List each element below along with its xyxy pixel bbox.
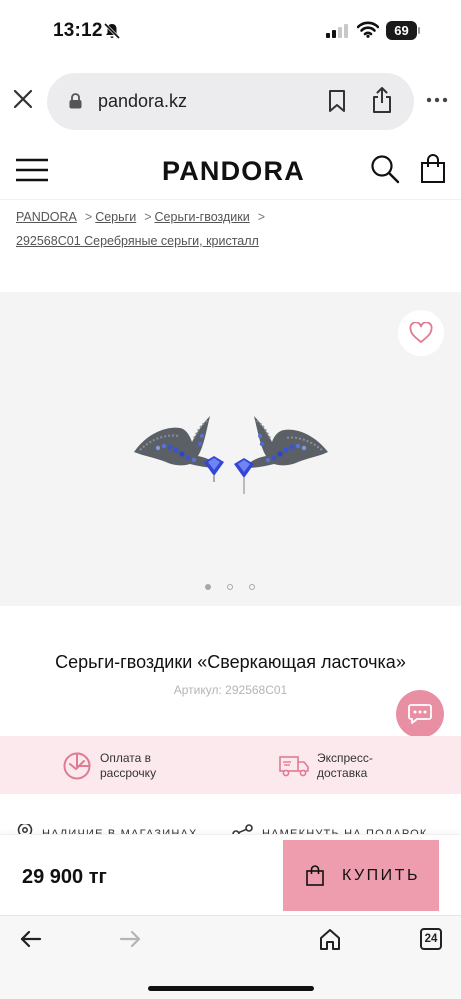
menu-icon[interactable] [16,157,48,183]
breadcrumb: PANDORA > Серьги > Серьги-гвоздики >292568C01… [16,205,446,253]
installment-icon [63,752,91,780]
delivery-truck-icon [279,756,309,777]
pagination-dot-active[interactable] [205,584,211,590]
mute-icon [103,22,121,40]
bookmark-icon[interactable] [327,89,347,113]
product-title: Серьги-гвоздики «Сверкающая ласточка» [55,652,406,672]
buy-bar: 29 900 тг КУПИТЬ [0,834,461,915]
benefits-strip: Оплата в рассрочку Экспресс-доставка [0,736,461,794]
close-icon[interactable] [12,88,34,110]
battery-icon: 69 [386,21,420,40]
benefit-delivery-label: Экспресс-доставка [317,751,373,780]
battery-level: 69 [386,21,417,40]
breadcrumb-separator: > [144,210,152,224]
status-time: 13:12 [53,20,103,41]
product-gallery[interactable] [0,292,461,606]
lock-icon [69,93,82,109]
sku-value: 292568C01 [225,683,288,697]
shopping-bag-icon[interactable] [420,154,446,184]
share-icon[interactable] [371,86,393,114]
home-indicator [148,986,314,991]
breadcrumb-item-stud-earrings[interactable]: Серьги-гвоздики [155,210,250,224]
forward-icon[interactable] [119,930,141,948]
shopping-bag-icon [306,865,324,886]
breadcrumb-item-home[interactable]: PANDORA [16,210,77,224]
tabs-icon[interactable]: 24 [420,928,442,950]
chat-icon [408,704,432,724]
product-sku: Артикул: 292568C01 [0,683,461,697]
breadcrumb-item-current[interactable]: 292568C01 Серебряные серьги, кристалл [16,234,259,248]
heart-icon [409,322,433,343]
url-text: pandora.kz [98,91,188,111]
back-icon[interactable] [20,930,42,948]
product-price: 29 900 тг [22,866,107,888]
breadcrumb-separator: > [257,210,266,224]
site-header: PANDORA [0,140,461,200]
breadcrumb-item-earrings[interactable]: Серьги [95,210,136,224]
status-bar: 13:12 69 [0,0,461,62]
wishlist-button[interactable] [398,310,444,356]
brand-logo[interactable]: PANDORA [162,156,305,187]
battery-tip [418,27,420,34]
buy-button-label: КУПИТЬ [342,867,420,884]
pagination-dot[interactable] [227,584,233,590]
swallow-earrings-image [134,416,328,494]
chat-button[interactable] [396,690,444,738]
browser-toolbar: 24 [0,915,461,999]
home-icon[interactable] [318,927,342,951]
search-icon[interactable] [370,154,400,184]
gallery-pagination [205,584,261,592]
pagination-dot[interactable] [249,584,255,590]
signal-icon [326,24,348,38]
wifi-icon [357,21,379,38]
url-field[interactable]: pandora.kz [47,73,414,130]
browser-address-bar: pandora.kz [0,62,461,138]
more-icon[interactable] [426,96,448,104]
sku-label: Артикул: [173,683,222,697]
benefit-installment-label: Оплата в рассрочку [100,751,157,780]
buy-button[interactable]: КУПИТЬ [283,840,439,911]
breadcrumb-separator: > [84,210,93,224]
